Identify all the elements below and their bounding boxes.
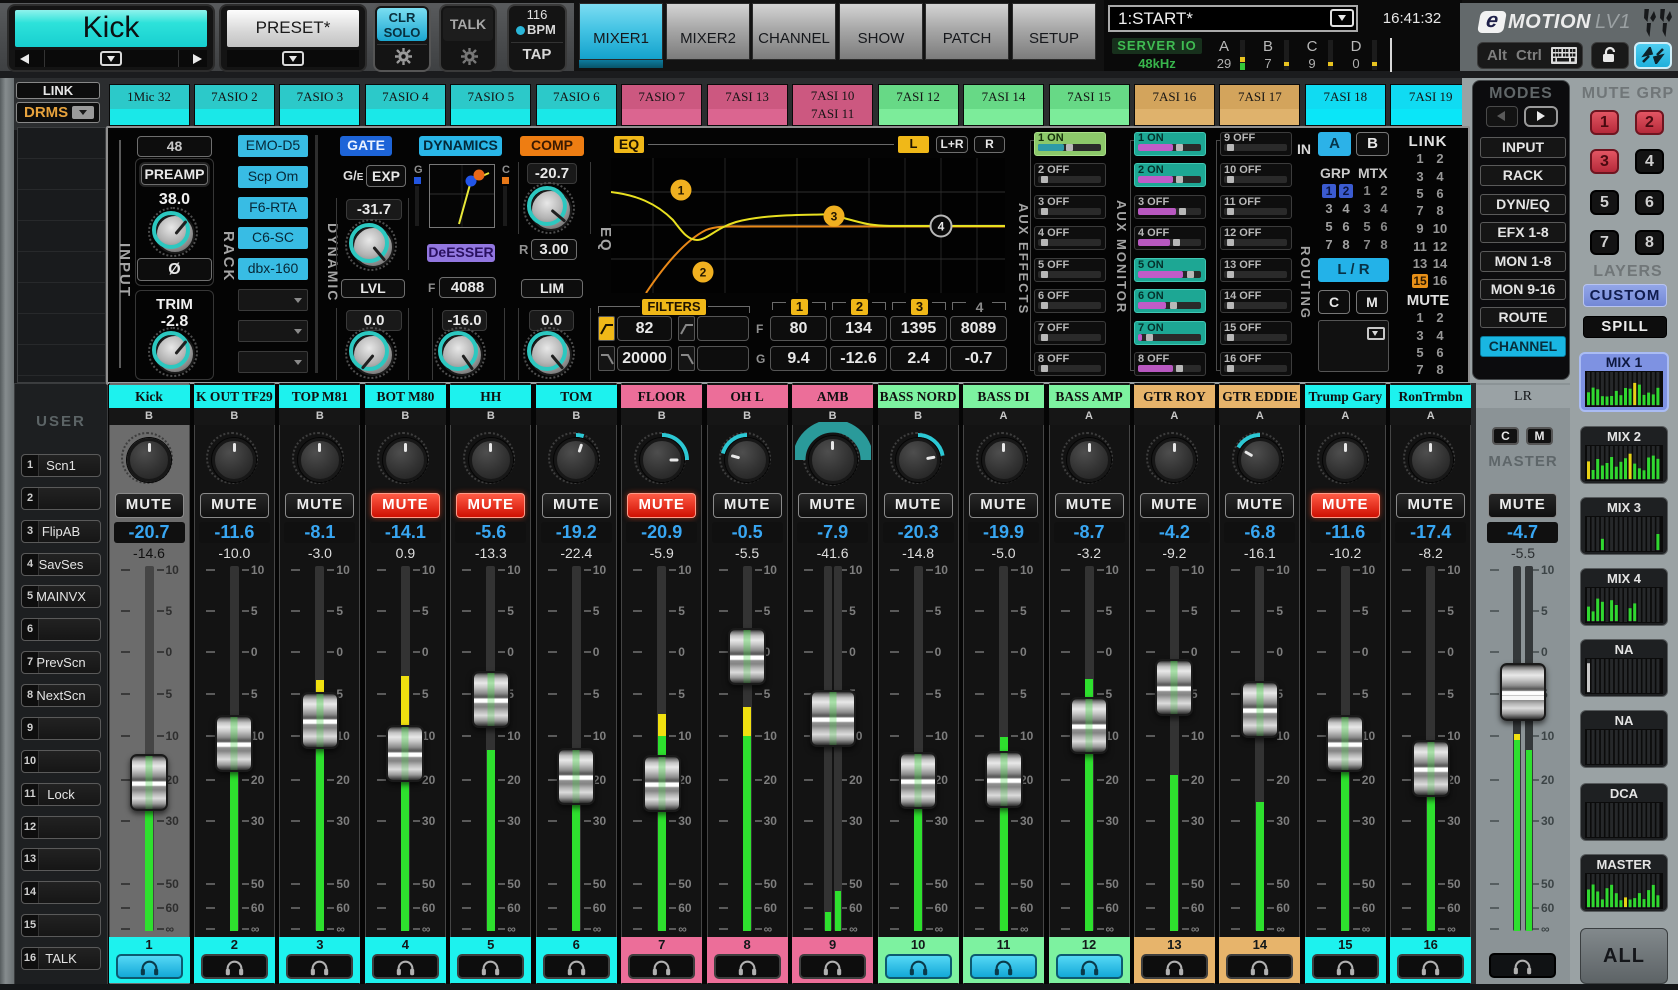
svg-text:3: 3	[831, 210, 838, 224]
svg-text:4: 4	[938, 220, 945, 234]
svg-text:2: 2	[700, 266, 707, 280]
svg-text:1: 1	[678, 184, 685, 198]
